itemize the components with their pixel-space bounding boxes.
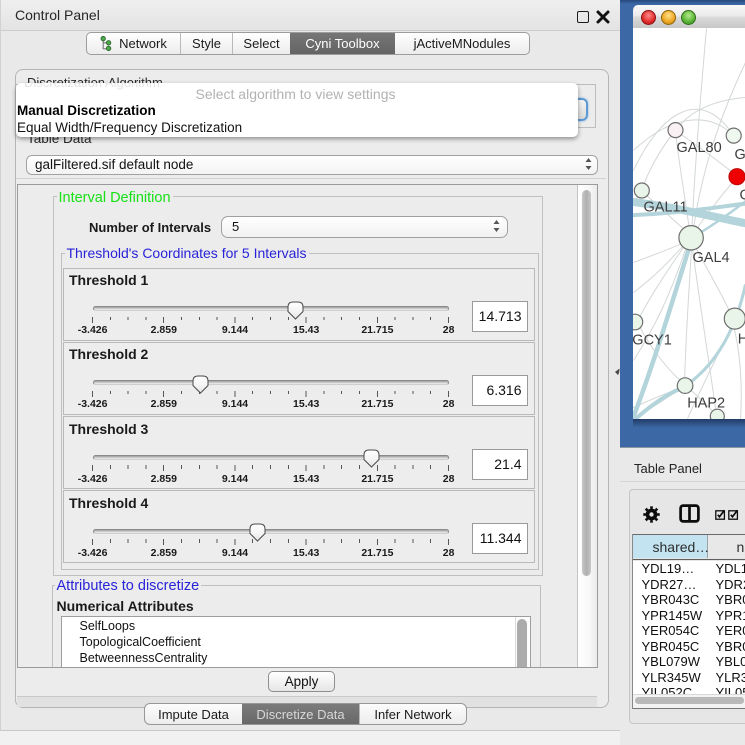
svg-text:HAP2: HAP2 <box>687 395 725 411</box>
svg-text:GA: GA <box>739 187 745 203</box>
svg-text:GAL80: GAL80 <box>676 140 721 156</box>
svg-text:GCY1: GCY1 <box>633 332 672 348</box>
svg-text:GAL11: GAL11 <box>643 199 687 215</box>
svg-text:GA: GA <box>734 147 745 163</box>
svg-text:HA: HA <box>737 331 745 347</box>
svg-text:GAL4: GAL4 <box>692 250 729 266</box>
